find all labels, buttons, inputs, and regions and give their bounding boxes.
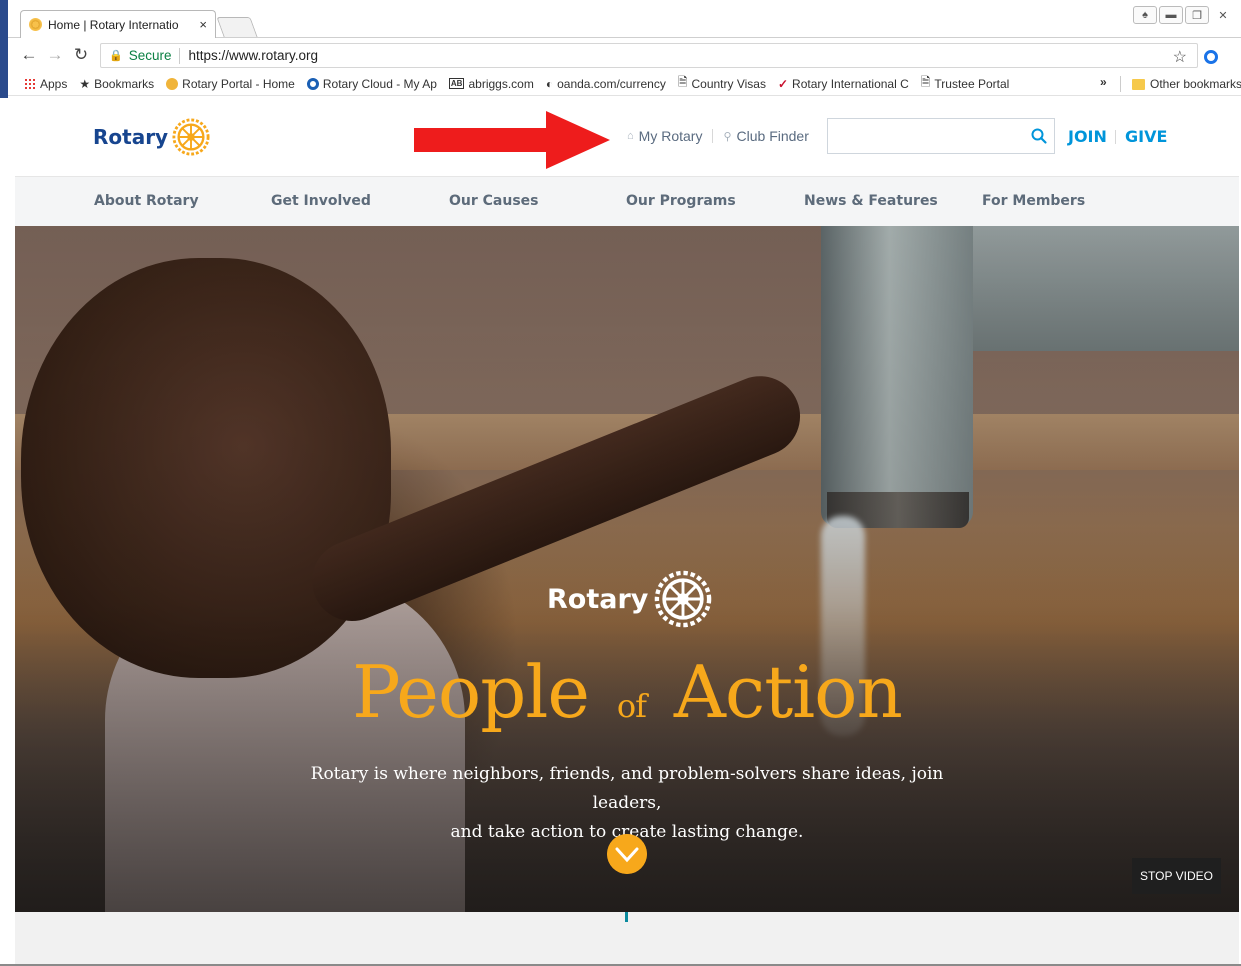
tab-close-icon[interactable]: × [199,17,207,32]
folder-icon [1132,78,1145,90]
bookmark-label: Rotary International C [792,76,909,91]
hero-title-people: People [352,650,590,734]
close-icon[interactable]: ✕ [1211,6,1235,24]
bookmark-label: abriggs.com [468,76,534,91]
red-annotation-arrow [414,111,610,169]
scroll-indicator-tick [625,912,628,922]
rotary-wheel-icon [655,570,712,628]
ri-favicon-icon: ✓ [777,76,789,91]
my-rotary-link[interactable]: ⌂ My Rotary [627,128,702,144]
ab-favicon-icon: AB [448,78,465,89]
new-tab-button[interactable] [216,17,258,37]
bookmark-label: Rotary Cloud - My Ap [322,76,437,91]
hero-video: Rotary People of Action Rotary is where … [15,226,1239,912]
restore-icon[interactable]: ❐ [1185,6,1209,24]
hero-rotary-logo: Rotary [547,570,712,628]
main-navigation: About Rotary Get Involved Our Causes Our… [15,176,1239,226]
bookmarks-bar: Apps ★ Bookmarks Rotary Portal - Home Ro… [8,72,1241,96]
reload-icon[interactable]: ↻ [68,45,94,65]
bookmark-trustee-portal[interactable]: 🗎 Trustee Portal [921,73,1010,94]
user-icon[interactable]: ♠ [1133,6,1157,24]
cloud-favicon-icon [306,77,319,90]
my-rotary-label: My Rotary [638,128,703,144]
bookmark-label: Trustee Portal [934,76,1010,91]
scroll-down-button[interactable] [607,834,647,874]
search-icon[interactable] [1030,127,1048,145]
bookmark-abriggs[interactable]: AB abriggs.com [448,76,534,91]
bookmark-rotary-portal[interactable]: Rotary Portal - Home [166,77,295,91]
window-accent-bar [0,0,8,98]
map-pin-icon: ⚲ [723,130,732,143]
club-finder-label: Club Finder [736,128,809,144]
bookmark-bookmarks[interactable]: ★ Bookmarks [79,77,154,91]
browser-tab[interactable]: Home | Rotary Internatio × [20,10,216,38]
bookmark-label: Apps [40,76,68,91]
tab-title: Home | Rotary Internatio [48,17,179,32]
join-button[interactable]: JOIN [1068,127,1107,146]
bookmark-label: Country Visas [691,76,766,91]
site-search [827,118,1055,154]
bookmark-oanda[interactable]: ◐ oanda.com/currency [546,77,666,91]
nav-our-causes[interactable]: Our Causes [449,193,539,209]
secure-label: Secure [128,48,172,63]
address-separator [179,47,181,64]
bookmarks-divider [1120,76,1121,92]
utility-links: ⌂ My Rotary ⚲ Club Finder [627,128,809,144]
bookmark-star-icon[interactable]: ☆ [1173,47,1187,67]
join-give-separator [1115,130,1116,144]
nav-our-programs[interactable]: Our Programs [626,193,736,209]
extension-icon[interactable] [1204,50,1218,64]
rotary-wheel-icon [172,118,210,156]
bookmark-label: Bookmarks [94,76,155,91]
browser-tab-strip: Home | Rotary Internatio × ♠ ▬ ❐ ✕ [8,0,1241,38]
site-header: Rotary ⌂ My Rotary ⚲ Club Finder JOIN GI… [15,98,1239,176]
nav-news-features[interactable]: News & Features [804,193,938,209]
browser-toolbar: ← → ↻ 🔒 Secure https://www.rotary.org ☆ … [8,38,1241,72]
other-bookmarks-label: Other bookmarks [1150,77,1241,91]
url-text: https://www.rotary.org [188,48,319,63]
rotary-favicon-icon [166,77,179,90]
stop-video-button[interactable]: STOP VIDEO [1132,858,1221,894]
bookmarks-overflow-button[interactable]: » [1100,75,1107,89]
back-arrow-icon[interactable]: ← [16,45,42,65]
nav-about-rotary[interactable]: About Rotary [94,193,199,209]
utility-separator [712,129,714,143]
club-finder-link[interactable]: ⚲ Club Finder [723,128,808,144]
hero-title: People of Action [15,650,1239,734]
hero-title-of: of [616,687,647,725]
minimize-icon[interactable]: ▬ [1159,6,1183,24]
page-icon: 🗎 [920,75,931,89]
nav-get-involved[interactable]: Get Involved [271,193,371,209]
bookmark-label: oanda.com/currency [557,76,666,91]
hero-subtitle-line-1: Rotary is where neighbors, friends, and … [310,764,944,813]
hero-title-action: Action [673,650,903,734]
bookmark-country-visas[interactable]: 🗎 Country Visas [678,73,766,94]
hero-logo-wordmark: Rotary [547,583,649,615]
apps-icon [24,77,36,90]
address-bar[interactable]: 🔒 Secure https://www.rotary.org ☆ [100,43,1198,68]
window-controls: ♠ ▬ ❐ ✕ [1133,6,1235,24]
bookmark-rotary-cloud[interactable]: Rotary Cloud - My Ap [306,76,437,91]
bookmark-apps[interactable]: Apps [24,77,67,91]
nav-for-members[interactable]: For Members [982,193,1085,209]
home-icon: ⌂ [627,130,634,142]
search-input[interactable] [828,119,1023,153]
forward-arrow-icon[interactable]: → [42,45,68,65]
rotary-favicon-icon [29,18,42,31]
other-bookmarks-folder[interactable]: Other bookmarks [1132,72,1241,96]
bookmark-label: Rotary Portal - Home [182,76,295,91]
page-icon: 🗎 [677,75,688,89]
rotary-logo[interactable]: Rotary [93,118,210,156]
star-icon: ★ [79,76,91,91]
lock-icon: 🔒 [109,50,123,62]
bookmark-rotary-international[interactable]: ✓ Rotary International C [778,77,909,91]
web-page: Rotary ⌂ My Rotary ⚲ Club Finder JOIN GI… [15,98,1239,966]
oanda-favicon-icon: ◐ [545,76,554,91]
give-button[interactable]: GIVE [1125,127,1167,146]
logo-wordmark: Rotary [93,125,169,149]
